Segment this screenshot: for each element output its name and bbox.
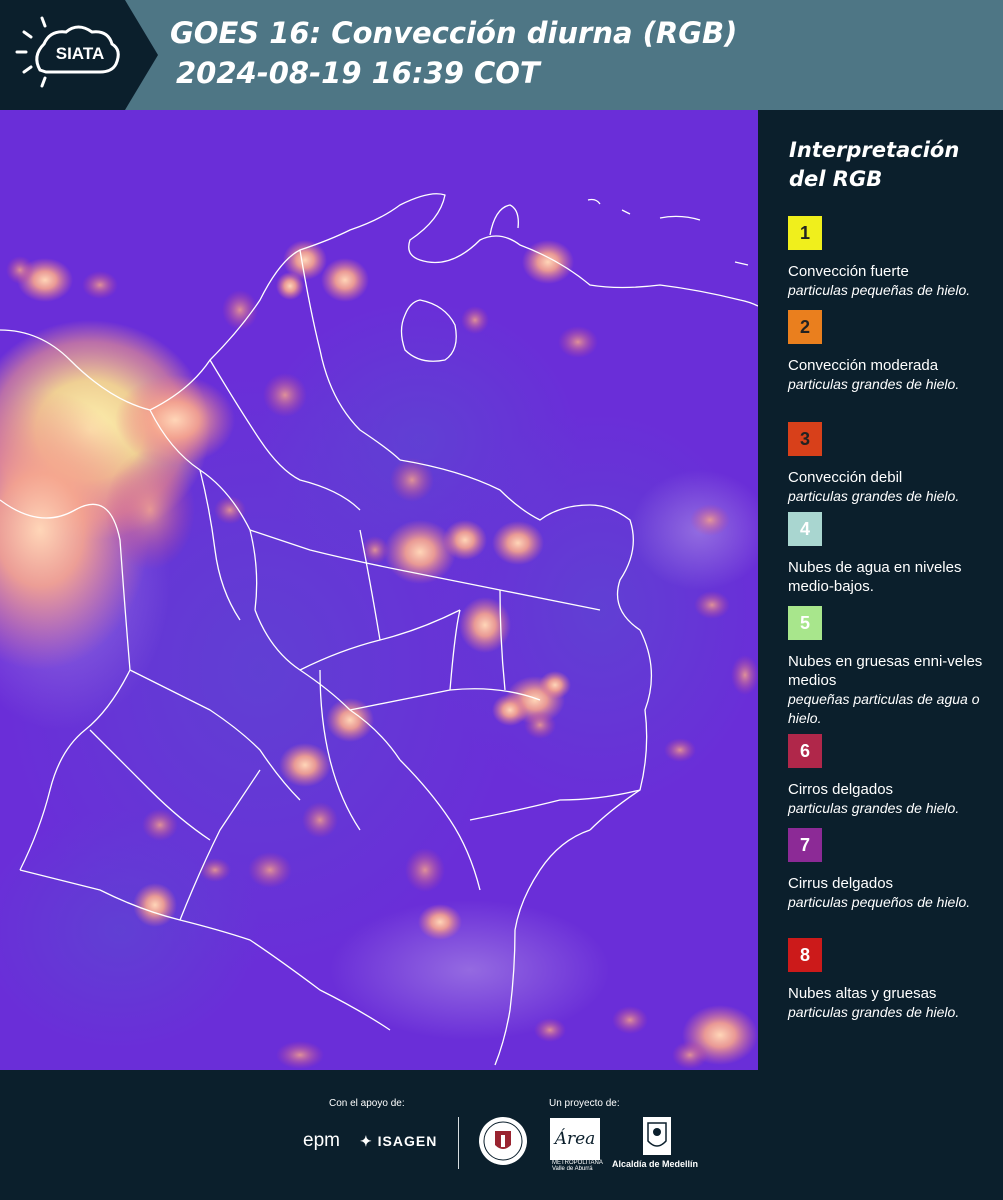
legend-item-name: Convección fuerte (788, 263, 909, 280)
legend-item-desc: particulas grandes de hielo. (788, 800, 960, 816)
legend-item-3: 3 Convección debil particulas grandes de… (788, 422, 998, 506)
legend-item-4: 4 Nubes de agua en niveles medio-bajos. (788, 512, 998, 596)
legend-panel: Interpretación del RGB 1 Convección fuer… (758, 110, 1003, 1070)
medellin-label: Alcaldía de Medellín (612, 1159, 699, 1169)
medellin-shield-icon (643, 1117, 671, 1155)
page-subtitle-datetime: 2024-08-19 16:39 COT (176, 56, 540, 90)
area-subtitle: METROPOLITANA Valle de Aburrá (552, 1160, 603, 1172)
legend-item-desc: particulas grandes de hielo. (788, 376, 960, 392)
header-bar: SIATA GOES 16: Convección diurna (RGB) 2… (0, 0, 1003, 110)
legend-item-7: 7 Cirrus delgados particulas pequeños de… (788, 828, 998, 912)
area-logo-text: Área (553, 1128, 596, 1149)
legend-item-name: Nubes de agua en niveles medio-bajos. (788, 559, 962, 595)
legend-item-name: Convección debil (788, 469, 903, 486)
legend-swatch-7: 7 (788, 828, 822, 862)
legend-title-line2: del RGB (789, 167, 883, 191)
legend-title-line1: Interpretación (789, 138, 960, 162)
legend-swatch-2: 2 (788, 310, 822, 344)
legend-swatch-5: 5 (788, 606, 822, 640)
legend-item-desc: particulas pequeñas de hielo. (788, 282, 971, 298)
legend-item-2: 2 Convección moderada particulas grandes… (788, 310, 998, 394)
legend-item-name: Convección moderada (788, 357, 939, 374)
footer-divider (458, 1117, 459, 1169)
legend-item-desc: particulas grandes de hielo. (788, 1004, 960, 1020)
legend-item-desc: pequeñas particulas de agua o hielo. (788, 691, 980, 726)
legend-item-name: Nubes en gruesas enni-veles medios (788, 653, 983, 689)
isagen-logo: ✦ ISAGEN (360, 1133, 437, 1150)
legend-item-desc: particulas pequeños de hielo. (788, 894, 971, 910)
support-label: Con el apoyo de: (329, 1098, 405, 1109)
satellite-rgb-image (0, 110, 758, 1070)
legend-item-name: Nubes altas y gruesas (788, 985, 937, 1002)
footer: Con el apoyo de: Un proyecto de: epm ✦ I… (0, 1070, 1003, 1200)
project-label: Un proyecto de: (549, 1098, 620, 1109)
legend-item-name: Cirrus delgados (788, 875, 894, 892)
legend-title: Interpretación del RGB (789, 136, 999, 194)
area-metropolitana-logo-icon: Área (550, 1118, 600, 1160)
legend-item-5: 5 Nubes en gruesas enni-veles medios peq… (788, 606, 998, 728)
legend-item-6: 6 Cirros delgados particulas grandes de … (788, 734, 998, 818)
legend-swatch-1: 1 (788, 216, 822, 250)
legend-item-1: 1 Convección fuerte particulas pequeñas … (788, 216, 998, 300)
legend-item-8: 8 Nubes altas y gruesas particulas grand… (788, 938, 998, 1022)
legend-swatch-6: 6 (788, 734, 822, 768)
epm-logo: epm (303, 1130, 340, 1151)
isagen-logo-text: ISAGEN (377, 1133, 438, 1149)
legend-item-name: Cirros delgados (788, 781, 894, 798)
isagen-mark-icon: ✦ (360, 1133, 373, 1149)
legend-swatch-3: 3 (788, 422, 822, 456)
legend-swatch-4: 4 (788, 512, 822, 546)
siata-logo: SIATA (0, 0, 160, 110)
university-seal-icon (479, 1117, 527, 1165)
legend-item-desc: particulas grandes de hielo. (788, 488, 960, 504)
siata-logo-text: SIATA (55, 44, 105, 63)
page-title: GOES 16: Convección diurna (RGB) (170, 16, 738, 50)
satellite-map (0, 110, 758, 1070)
legend-swatch-8: 8 (788, 938, 822, 972)
